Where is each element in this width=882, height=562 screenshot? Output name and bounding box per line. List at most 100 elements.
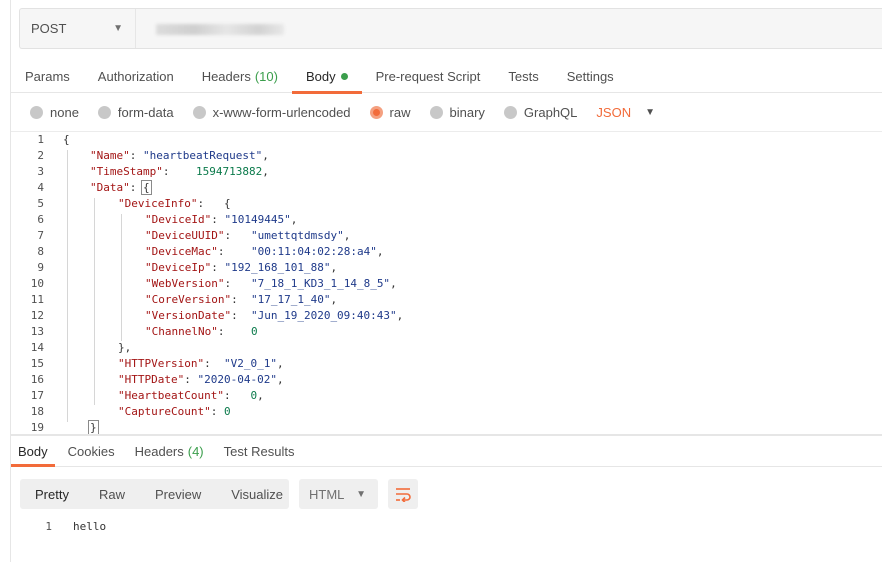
response-format-label: HTML — [309, 486, 345, 502]
tab-label: Settings — [566, 68, 614, 84]
response-tab-test-results[interactable]: Test Results — [217, 437, 302, 466]
json-key: "DeviceUUID" — [145, 229, 225, 242]
response-format-select[interactable]: HTML ▼ — [299, 479, 378, 509]
json-key: "TimeStamp" — [90, 165, 163, 178]
view-visualize-button[interactable]: Visualize — [216, 479, 298, 509]
code-token: }, — [118, 341, 132, 354]
json-key: "ChannelNo" — [145, 325, 218, 338]
code-line: 14}, — [11, 340, 882, 356]
json-value: "10149445" — [224, 213, 291, 226]
body-type-selector: none form-data x-www-form-urlencoded raw bin… — [11, 94, 882, 132]
code-line: 10 "WebVersion": "7_18_1_KD3_1_14_8_5", — [11, 276, 882, 292]
json-separator: : — [231, 293, 251, 306]
radio-label: none — [50, 105, 79, 120]
view-preview-button[interactable]: Preview — [140, 479, 216, 509]
wrap-lines-icon — [396, 488, 411, 502]
radio-binary[interactable]: binary — [429, 105, 485, 120]
tab-count-badge: (4) — [187, 444, 204, 459]
json-key: "WebVersion" — [145, 277, 225, 290]
json-key: "HTTPVersion" — [118, 357, 205, 370]
tab-pre-request-script[interactable]: Pre-request Script — [362, 59, 495, 93]
radio-label: GraphQL — [523, 105, 578, 120]
response-divider[interactable] — [11, 434, 882, 436]
tab-label: Body — [18, 444, 48, 459]
view-pretty-button[interactable]: Pretty — [20, 479, 84, 509]
code-line: 17 "HeartbeatCount": 0, — [11, 388, 882, 404]
json-key: "DeviceIp" — [145, 261, 212, 274]
code-text: "CoreVersion": "17_17_1_40", — [145, 292, 337, 308]
tab-label: Cookies — [67, 444, 115, 459]
json-punct: , — [396, 309, 404, 322]
json-punct: , — [376, 245, 384, 258]
request-body-editor[interactable]: 1{2 "Name": "heartbeatRequest", 3 "TimeStam… — [11, 132, 882, 434]
json-value: "heartbeatRequest" — [143, 149, 263, 162]
json-separator: : — [162, 165, 196, 178]
code-line: 18 "CaptureCount": 0 — [11, 404, 882, 420]
code-line: 3 "TimeStamp": 1594713882, — [11, 164, 882, 180]
json-separator: : — [184, 373, 198, 386]
json-value: "2020-04-02" — [197, 373, 277, 386]
json-separator: : — [224, 277, 251, 290]
json-key: "DeviceId" — [145, 213, 212, 226]
modified-dot-icon — [340, 72, 348, 80]
line-number: 5 — [37, 197, 44, 210]
tab-label: Tests — [508, 68, 539, 84]
json-value: "Jun_19_2020_09:40:43" — [250, 309, 397, 322]
radio-circle-icon — [97, 106, 111, 119]
json-value: 1594713882 — [195, 165, 263, 178]
tab-label: Headers — [134, 444, 184, 459]
code-line: 1{ — [11, 132, 882, 148]
line-number: 11 — [30, 293, 44, 306]
code-text: }, — [118, 340, 131, 356]
radio-graphql[interactable]: GraphQL — [503, 105, 578, 120]
view-raw-button[interactable]: Raw — [84, 479, 140, 509]
tab-authorization[interactable]: Authorization — [84, 59, 188, 93]
response-tab-body[interactable]: Body — [11, 437, 55, 467]
radio-none[interactable]: none — [30, 105, 79, 120]
json-key: "HeartbeatCount" — [118, 389, 224, 402]
radio-raw[interactable]: raw — [369, 105, 411, 120]
tab-params[interactable]: Params — [11, 59, 84, 93]
tab-body[interactable]: Body — [291, 59, 362, 94]
wrap-lines-button[interactable] — [388, 479, 418, 509]
line-number: 6 — [37, 213, 44, 226]
code-line: 8 "DeviceMac": "00:11:04:02:28:a4", — [11, 244, 882, 260]
line-number: 13 — [30, 325, 44, 338]
json-punct: , — [257, 389, 264, 402]
radio-form-data[interactable]: form-data — [97, 105, 174, 120]
method-select[interactable]: POST ▼ — [20, 9, 136, 48]
json-key: "DeviceInfo" — [118, 197, 198, 210]
response-tab-cookies[interactable]: Cookies — [61, 437, 122, 466]
code-text: "TimeStamp": 1594713882, — [90, 164, 269, 180]
tab-label: Pre-request Script — [375, 68, 481, 84]
code-text: "DeviceMac": "00:11:04:02:28:a4", — [145, 244, 383, 260]
code-text: "DeviceInfo": { — [118, 196, 231, 212]
code-text: { — [63, 132, 70, 148]
code-text: "Data": { — [90, 180, 152, 196]
json-separator: : — [197, 197, 224, 210]
line-number: 18 — [30, 405, 44, 418]
tab-settings[interactable]: Settings — [553, 59, 628, 93]
code-text: "DeviceId": "10149445", — [145, 212, 297, 228]
url-input[interactable] — [136, 9, 882, 48]
tab-label: Body — [305, 68, 336, 84]
line-number: 7 — [37, 229, 44, 242]
tab-count-badge: (10) — [254, 68, 278, 84]
radio-x-www-form-urlencoded[interactable]: x-www-form-urlencoded — [192, 105, 351, 120]
json-value: 0 — [250, 325, 258, 338]
json-separator: : — [217, 325, 251, 338]
response-tab-headers[interactable]: Headers (4) — [128, 437, 211, 466]
json-value: "7_18_1_KD3_1_14_8_5" — [250, 277, 391, 290]
line-number: 10 — [30, 277, 44, 290]
code-text: "HTTPVersion": "V2_0_1", — [118, 356, 284, 372]
json-separator: : — [217, 245, 251, 258]
code-token: } — [88, 420, 99, 434]
raw-format-select[interactable]: JSON ▼ — [596, 105, 655, 120]
json-separator: : — [210, 405, 224, 418]
url-redacted — [156, 24, 284, 35]
tab-tests[interactable]: Tests — [494, 59, 552, 93]
tab-headers[interactable]: Headers (10) — [188, 59, 292, 93]
radio-circle-icon — [192, 106, 206, 119]
code-text: "CaptureCount": 0 — [118, 404, 231, 420]
json-separator: : — [211, 261, 225, 274]
